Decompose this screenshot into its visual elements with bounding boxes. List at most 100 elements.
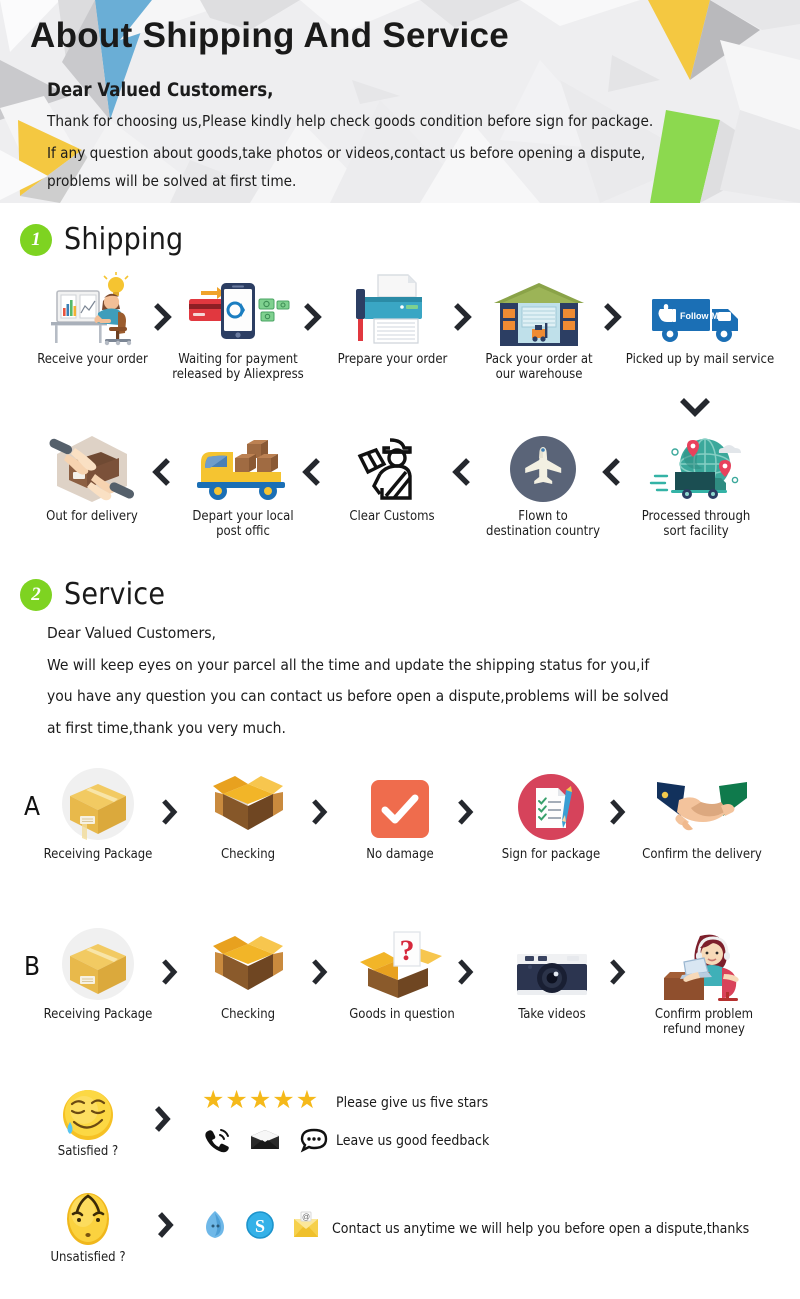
closed-parcel-box-icon	[62, 768, 134, 840]
header-line-3: problems will be solved at first time.	[47, 172, 297, 190]
service-flow-row-a: A Receiving Package Checking No damage S…	[0, 768, 800, 880]
chevron-right-icon	[160, 798, 178, 826]
closed-parcel-box-icon	[62, 928, 134, 1000]
chevron-left-icon	[452, 457, 472, 487]
flow-step-prepare-order: Prepare your order	[320, 274, 465, 367]
satisfied-label: Satisfied ?	[57, 1144, 119, 1159]
flow-step-label: Waiting for payment released by Aliexpre…	[172, 352, 304, 383]
header-line-1: Thank for choosing us,Please kindly help…	[47, 112, 654, 130]
yellow-delivery-van-icon	[197, 440, 285, 500]
flow-step-label: Depart your local post offic	[192, 509, 294, 540]
service-row-label-a: A	[24, 792, 40, 822]
flow-step-label: Processed through sort facility	[641, 509, 751, 540]
customs-officer-icon	[357, 438, 412, 500]
phone-ringing-icon[interactable]	[204, 1128, 230, 1153]
service-line-2: you have any question you can contact us…	[47, 687, 669, 705]
warehouse-icon	[494, 283, 584, 346]
chevron-right-icon	[608, 798, 626, 826]
product-description-page: About Shipping And Service Dear Valued C…	[0, 0, 800, 1299]
service-step-label: No damage	[366, 847, 434, 862]
five-stars-text: Please give us five stars	[336, 1095, 489, 1111]
section-heading-shipping: 1 Shipping	[20, 222, 183, 257]
star-icon: ★	[295, 1086, 319, 1114]
signed-checklist-icon	[518, 774, 584, 840]
flow-step-label: Picked up by mail service	[625, 352, 775, 367]
chevron-right-icon	[155, 1210, 175, 1240]
printer-icon	[355, 274, 422, 344]
messenger-drop-icon[interactable]	[202, 1210, 228, 1240]
header-salutation: Dear Valued Customers,	[47, 80, 274, 101]
section-title-shipping: Shipping	[64, 222, 184, 257]
open-box-icon	[213, 776, 283, 830]
section-heading-service: 2 Service	[20, 577, 165, 612]
chevron-right-icon	[152, 1104, 172, 1134]
unsatisfied-label: Unsatisfied ?	[50, 1250, 126, 1265]
feedback-row-unsatisfied: Unsatisfied ? S @ Contact us anytime we …	[0, 1188, 800, 1270]
svg-text:@: @	[302, 1212, 310, 1221]
feedback-row-satisfied: Satisfied ? ★ ★ ★ ★ ★ Please give us fiv…	[0, 1082, 800, 1164]
service-step-label: Take videos	[518, 1007, 586, 1022]
flow-step-label: Flown to destination country	[486, 509, 600, 540]
flow-step-out-for-delivery: Out for delivery	[18, 432, 166, 524]
service-step-take-videos: Take videos	[492, 930, 612, 1022]
satisfied-smiley-cell: Satisfied ?	[42, 1082, 134, 1159]
contact-icon-group-satisfied	[204, 1128, 328, 1153]
good-feedback-text: Leave us good feedback	[336, 1133, 490, 1149]
envelope-icon[interactable]	[250, 1129, 280, 1151]
svg-text:S: S	[255, 1216, 265, 1236]
flow-step-label: Pack your order at our warehouse	[485, 352, 593, 383]
chevron-right-icon	[456, 958, 474, 986]
header-banner: About Shipping And Service Dear Valued C…	[0, 0, 800, 203]
service-line-1: We will keep eyes on your parcel all the…	[47, 655, 650, 674]
chevron-right-icon	[302, 302, 322, 332]
header-line-2: If any question about goods,take photos …	[47, 144, 646, 162]
chevron-left-icon	[152, 457, 172, 487]
globe-sort-facility-icon	[649, 438, 741, 499]
star-icon: ★	[202, 1086, 225, 1114]
service-step-label: Receiving Package	[43, 847, 153, 862]
service-step-confirm-delivery: Confirm the delivery	[632, 770, 772, 862]
service-step-label: Receiving Package	[43, 1007, 153, 1022]
flow-step-pack-warehouse: Pack your order at our warehouse	[468, 275, 610, 383]
service-salutation: Dear Valued Customers,	[47, 624, 216, 642]
shipping-flow-row-2: Out for delivery Depart your local post …	[0, 432, 800, 552]
section-title-service: Service	[64, 577, 166, 612]
airplane-circle-icon	[510, 436, 576, 502]
service-row-label-b: B	[24, 952, 41, 982]
service-step-label: Sign for package	[501, 847, 601, 862]
flow-step-label: Clear Customs	[349, 509, 435, 524]
skype-icon[interactable]: S	[246, 1211, 274, 1239]
five-star-rating[interactable]: ★ ★ ★ ★ ★	[202, 1088, 318, 1113]
service-step-checking-b: Checking	[192, 930, 304, 1022]
follow-me-truck-icon: Follow Me	[652, 299, 738, 342]
section-badge-1: 1	[20, 223, 52, 256]
service-intro-paragraph: Dear Valued Customers, We will keep eyes…	[47, 624, 787, 752]
flow-step-label: Prepare your order	[337, 352, 448, 367]
flow-step-sort-facility: Processed through sort facility	[620, 432, 772, 540]
service-step-checking-a: Checking	[192, 770, 304, 862]
relieved-smiley-icon	[63, 1090, 113, 1140]
red-check-badge-icon	[371, 780, 429, 838]
chat-bubble-icon[interactable]	[300, 1128, 328, 1153]
service-step-confirm-refund: Confirm problem refund money	[636, 930, 772, 1038]
star-icon: ★	[272, 1086, 295, 1114]
chevron-right-icon	[310, 798, 328, 826]
page-title: About Shipping And Service	[30, 16, 510, 55]
service-step-receiving-package-b: Receiving Package	[42, 928, 154, 1022]
svg-text:Follow Me: Follow Me	[680, 311, 724, 321]
flow-step-flown-destination: Flown to destination country	[470, 432, 616, 540]
open-box-icon	[213, 936, 283, 990]
flow-step-label: Out for delivery	[46, 509, 138, 524]
service-step-no-damage: No damage	[344, 770, 456, 862]
flow-step-depart-post-office: Depart your local post offic	[170, 432, 316, 540]
chevron-right-icon	[160, 958, 178, 986]
chevron-down-icon	[678, 395, 712, 419]
chevron-left-icon	[602, 457, 622, 487]
chevron-right-icon	[456, 798, 474, 826]
chevron-right-icon	[608, 958, 626, 986]
email-at-icon[interactable]: @	[292, 1211, 320, 1239]
mobile-payment-icon	[189, 283, 290, 339]
service-step-sign-for-package: Sign for package	[492, 770, 610, 862]
hands-package-delivery-icon	[49, 436, 134, 502]
shipping-flow-row-1: Receive your order Waiting for payment r…	[0, 272, 800, 395]
